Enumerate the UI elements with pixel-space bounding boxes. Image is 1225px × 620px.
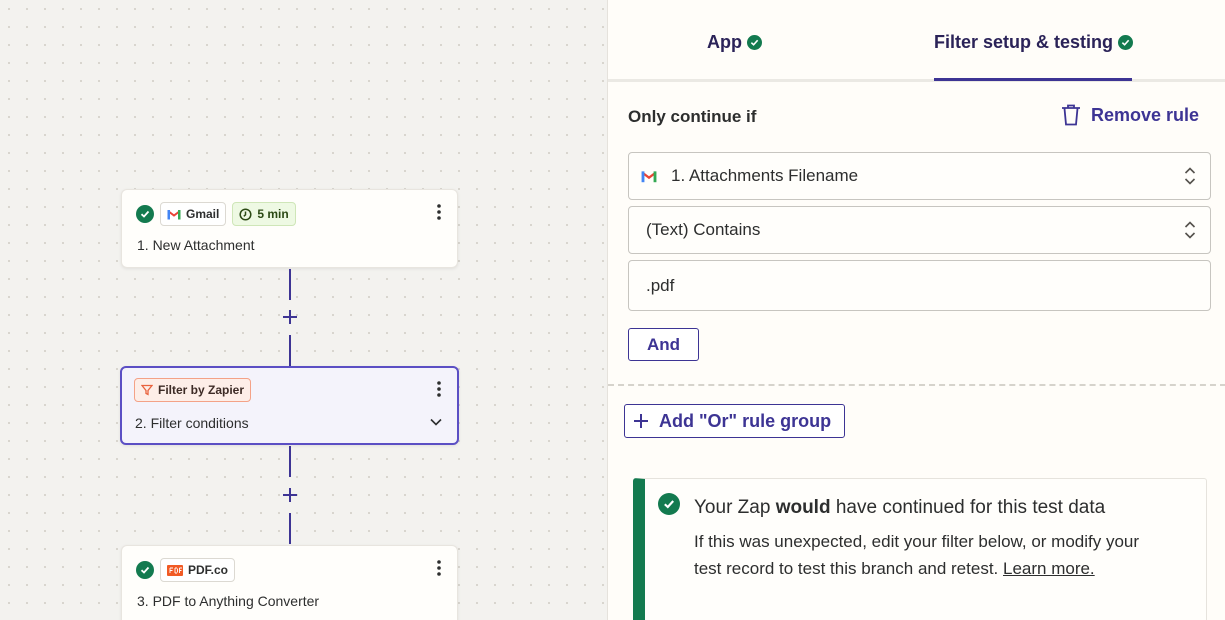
add-or-rule-group-label: Add "Or" rule group: [659, 410, 832, 431]
step-title: 1. New Attachment: [137, 237, 255, 253]
rule-heading: Only continue if: [628, 107, 757, 126]
step-header: Filter by Zapier: [134, 378, 252, 402]
add-or-rule-group-button[interactable]: Add "Or" rule group: [624, 404, 845, 438]
gmail-icon: [167, 209, 181, 219]
tab-bar: App Filter setup & testing: [608, 0, 1225, 82]
connector-line: [289, 513, 291, 544]
tab-filter-setup[interactable]: Filter setup & testing: [934, 32, 1134, 53]
field-select[interactable]: 1. Attachments Filename: [628, 152, 1211, 200]
more-vertical-icon[interactable]: [437, 381, 441, 397]
value-input-text: .pdf: [646, 275, 675, 295]
step-title: 2. Filter conditions: [135, 415, 249, 431]
condition-select-value: (Text) Contains: [646, 220, 761, 239]
condition-select[interactable]: (Text) Contains: [628, 206, 1211, 254]
step-card-3[interactable]: PDF.co 3. PDF to Anything Converter: [121, 545, 458, 620]
plus-icon[interactable]: [282, 487, 298, 503]
step-card-2[interactable]: Filter by Zapier 2. Filter conditions: [120, 366, 459, 445]
sort-arrows-icon: [1184, 167, 1196, 185]
connector-line: [289, 335, 291, 366]
zap-canvas[interactable]: Gmail 5 min 1. New Attachment Filter by …: [0, 0, 607, 620]
tab-label: Filter setup & testing: [934, 32, 1114, 52]
tab-app[interactable]: App: [707, 32, 762, 53]
check-icon: [658, 493, 680, 515]
app-chip: PDF.co: [160, 558, 236, 582]
check-icon: [747, 35, 762, 50]
tab-label: App: [707, 32, 742, 52]
active-tab-indicator: [934, 78, 1132, 81]
step-title: 3. PDF to Anything Converter: [137, 593, 320, 609]
step-card-1[interactable]: Gmail 5 min 1. New Attachment: [121, 189, 458, 268]
filter-icon: [141, 384, 153, 396]
divider: [608, 384, 1225, 386]
app-name: PDF.co: [188, 563, 229, 577]
more-vertical-icon[interactable]: [437, 204, 441, 220]
check-icon: [1118, 35, 1134, 50]
delay-chip: 5 min: [232, 202, 296, 226]
remove-rule-button[interactable]: Remove rule: [1061, 104, 1199, 126]
field-select-value: 1. Attachments Filename: [671, 166, 859, 185]
plus-icon: [634, 414, 648, 428]
connector-line: [289, 269, 291, 300]
chevron-down-icon[interactable]: [430, 418, 442, 426]
check-icon: [136, 561, 154, 579]
more-vertical-icon[interactable]: [437, 560, 441, 576]
and-button[interactable]: And: [628, 328, 699, 361]
delay-text: 5 min: [257, 207, 289, 221]
step-header: Gmail 5 min: [136, 202, 296, 226]
learn-more-link[interactable]: Learn more.: [1003, 559, 1095, 578]
value-input[interactable]: .pdf: [628, 260, 1211, 311]
step-config-panel: App Filter setup & testing Only continue…: [607, 0, 1225, 620]
result-body: If this was unexpected, edit your filter…: [694, 532, 1140, 578]
plus-icon[interactable]: [282, 309, 298, 325]
app-chip: Filter by Zapier: [134, 378, 252, 402]
sort-arrows-icon: [1184, 221, 1196, 239]
app-name: Filter by Zapier: [158, 383, 245, 397]
clock-icon: [239, 207, 252, 221]
app-chip: Gmail: [160, 202, 227, 226]
gmail-icon: [641, 170, 657, 182]
remove-rule-label: Remove rule: [1091, 104, 1200, 125]
result-title: Your Zap would have continued for this t…: [694, 497, 1106, 518]
app-name: Gmail: [186, 207, 220, 221]
check-icon: [136, 205, 154, 223]
step-header: PDF.co: [136, 558, 236, 582]
pdf-icon: [167, 564, 183, 576]
connector-line: [289, 446, 291, 477]
test-result-card: Your Zap would have continued for this t…: [633, 478, 1207, 620]
trash-icon: [1062, 104, 1080, 126]
